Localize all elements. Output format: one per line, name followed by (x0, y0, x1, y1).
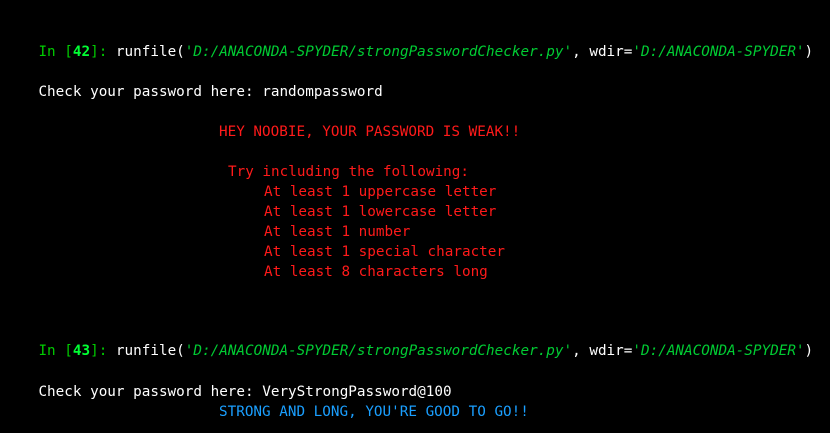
call-close: ) (804, 44, 814, 60)
file-path-arg: 'D:/ANACONDA-SPYDER/strongPasswordChecke… (184, 343, 573, 359)
file-path-arg: 'D:/ANACONDA-SPYDER/strongPasswordChecke… (184, 44, 573, 60)
call-close: ) (804, 343, 814, 359)
call-name: runfile( (107, 343, 185, 359)
input-prompt: Check your password here: (38, 384, 263, 400)
input-value: randompassword (262, 84, 383, 100)
prompt-in-label: In [ (38, 44, 73, 60)
input-prompt: Check your password here: (38, 84, 263, 100)
wdir-arg: 'D:/ANACONDA-SPYDER' (632, 343, 805, 359)
weak-tip: At least 1 uppercase letter (264, 184, 497, 200)
call-name: runfile( (107, 44, 185, 60)
weak-suggest: Try including the following: (228, 164, 470, 180)
wdir-separator: , wdir= (572, 343, 633, 359)
weak-tip: At least 8 characters long (264, 264, 488, 280)
password-input-line: Check your password here: VeryStrongPass… (4, 362, 451, 400)
run-command-line: In [43]: runfile('D:/ANACONDA-SPYDER/str… (4, 321, 813, 359)
wdir-arg: 'D:/ANACONDA-SPYDER' (632, 44, 805, 60)
run-command-line: In [42]: runfile('D:/ANACONDA-SPYDER/str… (4, 22, 813, 60)
weak-tip: At least 1 special character (264, 244, 506, 260)
ipython-console[interactable]: In [42]: runfile('D:/ANACONDA-SPYDER/str… (0, 0, 830, 433)
prompt-in-label: In [ (38, 343, 73, 359)
prompt-close: ]: (90, 343, 108, 359)
strong-message: STRONG AND LONG, YOU'RE GOOD TO GO!! (219, 404, 529, 420)
prompt-close: ]: (90, 44, 108, 60)
prompt-number: 43 (72, 343, 91, 359)
weak-tip: At least 1 number (264, 224, 411, 240)
weak-headline: HEY NOOBIE, YOUR PASSWORD IS WEAK!! (219, 124, 521, 140)
input-value: VeryStrongPassword@100 (262, 384, 452, 400)
password-input-line: Check your password here: randompassword (4, 62, 382, 100)
wdir-separator: , wdir= (572, 44, 633, 60)
prompt-number: 42 (72, 44, 91, 60)
weak-tip: At least 1 lowercase letter (264, 204, 497, 220)
